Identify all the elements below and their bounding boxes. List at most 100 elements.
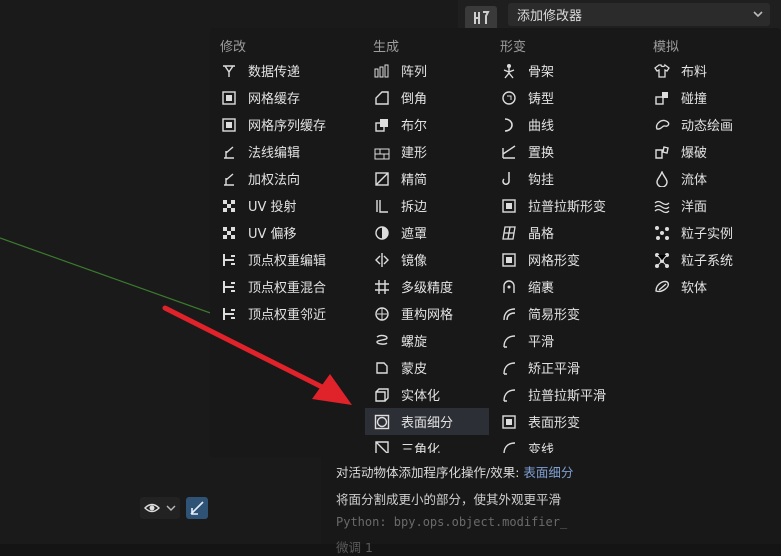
menu-item-armature[interactable]: 骨架	[492, 57, 554, 84]
menu-item-mask[interactable]: 遮罩	[365, 219, 427, 246]
menu-item-label: 法线编辑	[248, 146, 301, 161]
menu-item-multires[interactable]: 多级精度	[365, 273, 453, 300]
solidify-icon	[373, 386, 391, 404]
menu-item-label: 精简	[401, 173, 428, 188]
menu-item-boolean[interactable]: 布尔	[365, 111, 427, 138]
menu-item-uv-project[interactable]: UV 投射	[212, 192, 297, 219]
menu-item-label: 顶点权重混合	[248, 281, 327, 296]
mesh-deform-icon	[500, 251, 518, 269]
menu-item-particle-system[interactable]: 粒子系统	[645, 246, 733, 273]
mirror-icon	[373, 251, 391, 269]
menu-item-label: 平滑	[528, 335, 555, 350]
menu-item-subdivision-surface[interactable]: 表面细分	[365, 408, 489, 435]
menu-item-label: 拉普拉斯形变	[528, 200, 607, 215]
menu-item-smooth[interactable]: 平滑	[492, 327, 554, 354]
menu-item-mesh-deform[interactable]: 网格形变	[492, 246, 580, 273]
menu-item-label: 软体	[681, 281, 708, 296]
menu-item-label: 加权法向	[248, 173, 301, 188]
menu-item-label: 阵列	[401, 65, 428, 80]
menu-item-screw[interactable]: 螺旋	[365, 327, 427, 354]
menu-item-particle-instance[interactable]: 粒子实例	[645, 219, 733, 246]
menu-item-uv-warp[interactable]: UV 偏移	[212, 219, 297, 246]
add-modifier-dropdown[interactable]: 添加修改器	[508, 3, 770, 26]
tooltip-extra: 微调 1	[336, 540, 373, 555]
wrench-icon[interactable]	[465, 6, 497, 30]
menu-item-weighted-normal[interactable]: 加权法向	[212, 165, 300, 192]
skin-icon	[373, 359, 391, 377]
gizmo-icon	[190, 501, 204, 515]
menu-item-label: 变线	[528, 443, 555, 453]
menu-item-shrinkwrap[interactable]: 缩裹	[492, 273, 554, 300]
menu-item-simple-deform[interactable]: 简易形变	[492, 300, 580, 327]
menu-item-decimate[interactable]: 精简	[365, 165, 427, 192]
column-header-simulate: 模拟	[653, 40, 680, 55]
menu-item-lattice[interactable]: 晶格	[492, 219, 554, 246]
menu-item-hook[interactable]: 钩挂	[492, 165, 554, 192]
menu-item-vertex-weight-mix[interactable]: 顶点权重混合	[212, 273, 326, 300]
menu-item-label: 布料	[681, 65, 708, 80]
menu-item-label: 网格缓存	[248, 92, 301, 107]
menu-item-laplacian-smooth[interactable]: 拉普拉斯平滑	[492, 381, 606, 408]
menu-item-explode[interactable]: 爆破	[645, 138, 707, 165]
laplacian-smooth-icon	[500, 386, 518, 404]
shrinkwrap-icon	[500, 278, 518, 296]
menu-item-triangulate[interactable]: 三角化	[365, 439, 440, 453]
menu-item-label: 骨架	[528, 65, 555, 80]
menu-item-label: 碰撞	[681, 92, 708, 107]
menu-item-label: 拆边	[401, 200, 428, 215]
menu-item-dynamic-paint[interactable]: 动态绘画	[645, 111, 733, 138]
menu-item-mesh-cache[interactable]: 网格缓存	[212, 84, 300, 111]
weighted-normal-icon	[220, 170, 238, 188]
gizmo-toggle-button[interactable]	[186, 497, 208, 519]
menu-item-vertex-weight-proximity[interactable]: 顶点权重邻近	[212, 300, 326, 327]
menu-item-array[interactable]: 阵列	[365, 57, 427, 84]
menu-item-edge-split[interactable]: 拆边	[365, 192, 427, 219]
normal-edit-icon	[220, 143, 238, 161]
remesh-icon	[373, 305, 391, 323]
menu-item-normal-edit[interactable]: 法线编辑	[212, 138, 300, 165]
menu-item-mesh-sequence-cache[interactable]: 网格序列缓存	[212, 111, 326, 138]
menu-item-fluid[interactable]: 流体	[645, 165, 707, 192]
menu-item-label: UV 偏移	[248, 227, 297, 242]
menu-item-bevel[interactable]: 倒角	[365, 84, 427, 111]
menu-item-cast[interactable]: 铸型	[492, 84, 554, 111]
menu-item-displace[interactable]: 置换	[492, 138, 554, 165]
menu-item-laplacian-deform[interactable]: 拉普拉斯形变	[492, 192, 606, 219]
menu-item-build[interactable]: 建形	[365, 138, 427, 165]
menu-item-warp[interactable]: 变线	[492, 439, 554, 453]
triangulate-icon	[373, 439, 391, 453]
menu-item-label: 流体	[681, 173, 708, 188]
menu-item-data-transfer[interactable]: 数据传递	[212, 57, 300, 84]
menu-item-solidify[interactable]: 实体化	[365, 381, 440, 408]
uv-project-icon	[220, 197, 238, 215]
menu-item-remesh[interactable]: 重构网格	[365, 300, 453, 327]
soft-body-icon	[653, 278, 671, 296]
menu-item-label: 倒角	[401, 92, 428, 107]
menu-item-skin[interactable]: 蒙皮	[365, 354, 427, 381]
data-transfer-icon	[220, 62, 238, 80]
menu-item-cloth[interactable]: 布料	[645, 57, 707, 84]
explode-icon	[653, 143, 671, 161]
menu-item-corrective-smooth[interactable]: 矫正平滑	[492, 354, 580, 381]
eye-icon	[144, 503, 176, 513]
menu-item-curve[interactable]: 曲线	[492, 111, 554, 138]
menu-item-surface-deform[interactable]: 表面形变	[492, 408, 580, 435]
menu-item-vertex-weight-edit[interactable]: 顶点权重编辑	[212, 246, 326, 273]
menu-item-label: 曲线	[528, 119, 555, 134]
menu-item-label: 置换	[528, 146, 555, 161]
warp-icon	[500, 439, 518, 453]
menu-item-soft-body[interactable]: 软体	[645, 273, 707, 300]
collision-icon	[653, 89, 671, 107]
menu-item-ocean[interactable]: 洋面	[645, 192, 707, 219]
visibility-dropdown[interactable]	[140, 497, 180, 519]
menu-item-collision[interactable]: 碰撞	[645, 84, 707, 111]
menu-item-label: 矫正平滑	[528, 362, 581, 377]
menu-item-label: 布尔	[401, 119, 428, 134]
mask-icon	[373, 224, 391, 242]
menu-item-label: 实体化	[401, 389, 441, 404]
menu-item-mirror[interactable]: 镜像	[365, 246, 427, 273]
tooltip-highlight: 表面细分	[523, 465, 574, 480]
mesh-sequence-cache-icon	[220, 116, 238, 134]
vertex-weight-icon	[220, 305, 238, 323]
tooltip-python: Python: bpy.ops.object.modifier_	[336, 515, 568, 529]
